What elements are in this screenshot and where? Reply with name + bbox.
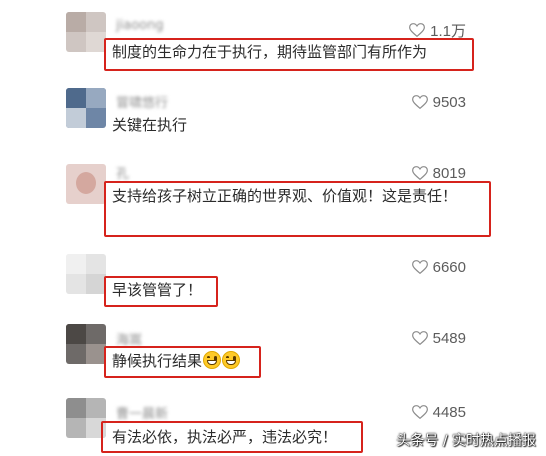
comment-username[interactable]: jiaoong	[116, 18, 164, 33]
watermark: 头条号 / 实时热点播报	[396, 433, 536, 449]
heart-icon	[411, 166, 428, 180]
like-button[interactable]: 5489	[411, 329, 466, 347]
heart-icon	[411, 405, 428, 419]
like-count: 9503	[432, 93, 466, 111]
avatar[interactable]	[66, 88, 106, 128]
heart-icon	[411, 95, 428, 109]
highlight-box	[104, 181, 491, 237]
avatar[interactable]	[66, 164, 106, 204]
like-button[interactable]: 4485	[411, 403, 466, 421]
like-count: 5489	[432, 329, 466, 347]
highlight-box	[104, 346, 261, 378]
highlight-box	[101, 421, 363, 453]
like-count: 8019	[432, 164, 466, 182]
highlight-box	[104, 38, 474, 71]
avatar[interactable]	[66, 324, 106, 364]
avatar[interactable]	[66, 398, 106, 438]
like-button[interactable]: 8019	[411, 164, 466, 182]
comment-username[interactable]: 曹一晨新	[116, 403, 168, 422]
avatar[interactable]	[66, 254, 106, 294]
like-button[interactable]: 1.1万	[409, 21, 466, 40]
comment-text: 关键在执行	[112, 116, 188, 134]
heart-icon	[409, 23, 426, 37]
comment-username[interactable]: 孔	[116, 163, 129, 182]
comment-username[interactable]: 冒啸悠行	[116, 92, 168, 111]
like-button[interactable]: 6660	[411, 258, 466, 276]
heart-icon	[411, 331, 428, 345]
like-count: 6660	[432, 258, 466, 276]
avatar[interactable]	[66, 12, 106, 52]
like-button[interactable]: 9503	[411, 93, 466, 111]
highlight-box	[104, 276, 218, 307]
heart-icon	[411, 260, 428, 274]
like-count: 4485	[432, 403, 466, 421]
